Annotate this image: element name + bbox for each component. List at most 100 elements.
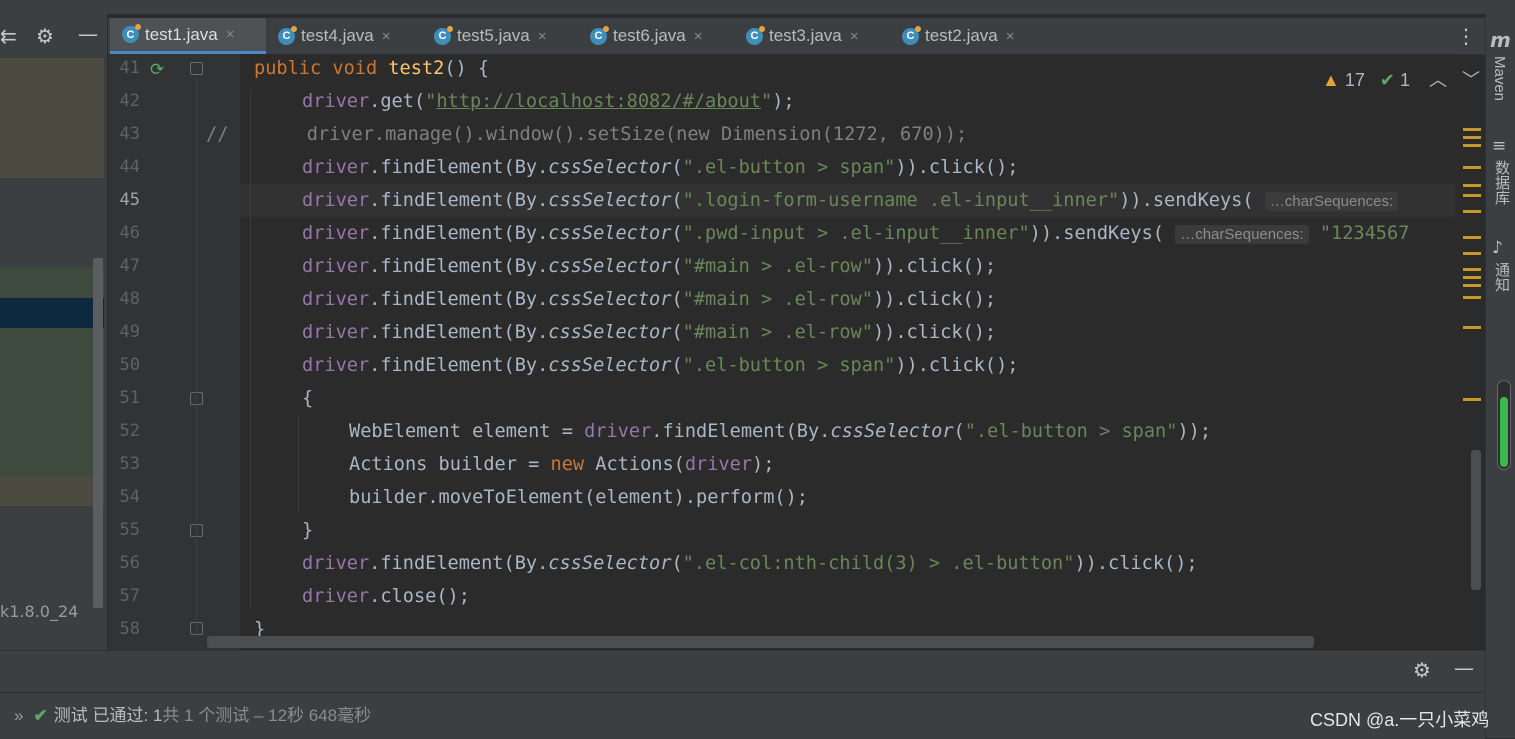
line-number: 43: [119, 124, 140, 144]
code-text: (: [671, 289, 683, 310]
maven-tool-label[interactable]: Maven: [1491, 56, 1508, 101]
method-call: cssSelector: [548, 256, 672, 277]
close-icon[interactable]: ×: [1006, 28, 1015, 45]
chevron-down-icon[interactable]: ﹀: [1462, 70, 1480, 90]
test-status[interactable]: » ✔ 测试 已通过: 1共 1 个测试 – 12秒 648毫秒: [14, 701, 371, 726]
string-literal: "1234567: [1319, 223, 1410, 244]
close-icon[interactable]: ×: [850, 28, 859, 45]
url-link[interactable]: http://localhost:8082/#/about: [436, 91, 761, 112]
editor-horizontal-scrollbar[interactable]: [207, 636, 1314, 648]
database-tool-label[interactable]: 数据库: [1491, 160, 1512, 205]
warning-marker[interactable]: [1463, 194, 1481, 197]
method-call: cssSelector: [548, 355, 672, 376]
bell-icon[interactable]: ♪: [1492, 238, 1503, 258]
code-text: .findElement(By.: [651, 421, 831, 442]
close-icon[interactable]: ×: [538, 28, 547, 45]
code-text: )).sendKeys(: [1119, 190, 1254, 211]
gear-icon[interactable]: ⚙: [1413, 658, 1431, 682]
tab-test6[interactable]: C test6.java ×: [578, 18, 734, 54]
warning-marker[interactable]: [1463, 268, 1481, 271]
tab-test3[interactable]: C test3.java ×: [734, 18, 890, 54]
watermark: CSDN @a.一只小菜鸡: [1310, 710, 1490, 730]
method-call: cssSelector: [548, 190, 672, 211]
warning-marker[interactable]: [1463, 144, 1481, 147]
string-literal: ".el-button > span": [682, 157, 896, 178]
code-text: (: [671, 256, 683, 277]
run-tool-window-header: [0, 650, 1485, 693]
line-number: 51: [119, 388, 140, 408]
warning-marker[interactable]: [1463, 166, 1481, 169]
close-icon[interactable]: ×: [382, 28, 391, 45]
chevron-up-icon[interactable]: ︿: [1429, 70, 1447, 90]
project-tree-row[interactable]: [0, 476, 104, 506]
tab-test2[interactable]: C test2.java ×: [890, 18, 1046, 54]
field-driver: driver: [302, 91, 370, 112]
project-panel-scrollbar[interactable]: [93, 258, 103, 608]
warning-marker[interactable]: [1463, 252, 1481, 255]
string-quote: ": [425, 91, 437, 112]
code-line-53: Actions builder = new Actions(driver);: [349, 448, 774, 481]
code-text: )).sendKeys(: [1029, 223, 1165, 244]
warning-marker[interactable]: [1463, 184, 1481, 187]
warning-marker[interactable]: [1463, 326, 1481, 329]
tab-label: test3.java: [769, 26, 842, 45]
code-text: (: [953, 421, 965, 442]
code-text: .findElement(By.: [369, 553, 549, 574]
check-icon: ✔: [33, 706, 48, 725]
field-driver: driver: [302, 355, 370, 376]
line-number: 53: [119, 454, 140, 474]
line-number: 41: [119, 58, 140, 78]
string-quote: ": [761, 91, 773, 112]
code-text: .findElement(By.: [369, 289, 549, 310]
warning-marker[interactable]: [1463, 296, 1481, 299]
code-text: )).click();: [872, 256, 997, 277]
maven-icon[interactable]: m: [1490, 28, 1511, 52]
run-test-icon[interactable]: ⟳: [150, 60, 164, 80]
collapse-icon[interactable]: ⇇: [0, 24, 17, 48]
code-text: .findElement(By.: [369, 223, 549, 244]
warning-marker[interactable]: [1463, 236, 1481, 239]
line-number: 46: [119, 223, 140, 243]
project-panel: k1.8.0_24: [0, 14, 107, 650]
database-icon[interactable]: ≡: [1492, 136, 1506, 156]
project-tree-row-selected[interactable]: [0, 298, 104, 328]
tab-menu-icon[interactable]: ⋮: [1456, 24, 1476, 48]
field-driver: driver: [302, 289, 370, 310]
code-line-57: driver.close();: [302, 580, 470, 613]
string-literal: ".pwd-input > .el-input__inner": [682, 223, 1030, 244]
warning-marker[interactable]: [1463, 128, 1481, 131]
fold-marker-icon[interactable]: [190, 62, 203, 75]
close-icon[interactable]: ×: [694, 28, 703, 45]
check-count: 1: [1400, 70, 1411, 90]
warning-marker[interactable]: [1463, 136, 1481, 139]
tab-test4[interactable]: C test4.java ×: [266, 18, 422, 54]
code-line-49: driver.findElement(By.cssSelector("#main…: [302, 316, 996, 349]
line-number: 45: [119, 190, 140, 210]
field-driver: driver: [684, 454, 753, 475]
notifications-tool-label[interactable]: 通知: [1491, 262, 1512, 292]
warning-marker[interactable]: [1463, 276, 1481, 279]
warning-marker[interactable]: [1463, 398, 1481, 401]
method-call: cssSelector: [548, 289, 672, 310]
code-text: WebElement element =: [349, 421, 585, 442]
tab-test5[interactable]: C test5.java ×: [422, 18, 578, 54]
minimize-icon[interactable]: —: [1454, 656, 1474, 680]
expand-icon[interactable]: »: [14, 706, 23, 725]
warning-marker[interactable]: [1463, 210, 1481, 213]
code-line-54: builder.moveToElement(element).perform()…: [349, 487, 808, 508]
keyword: void: [332, 58, 378, 79]
java-class-icon: C: [122, 24, 141, 43]
close-icon[interactable]: ×: [226, 26, 235, 43]
gear-icon[interactable]: ⚙: [36, 24, 54, 48]
parameter-hint: …charSequences:: [1175, 225, 1309, 244]
warning-marker[interactable]: [1463, 284, 1481, 287]
editor-vertical-scrollbar[interactable]: [1471, 450, 1481, 590]
method-call: cssSelector: [548, 322, 672, 343]
inspection-widget[interactable]: ▲ 17 ✔ 1 ︿ ﹀: [1322, 66, 1480, 92]
memory-indicator[interactable]: [1497, 380, 1511, 470]
code-text: (: [671, 190, 683, 211]
project-tree-row[interactable]: [0, 268, 104, 298]
code-line-48: driver.findElement(By.cssSelector("#main…: [302, 283, 996, 316]
minimize-icon[interactable]: —: [78, 22, 98, 46]
tab-test1[interactable]: C test1.java ×: [110, 18, 266, 54]
